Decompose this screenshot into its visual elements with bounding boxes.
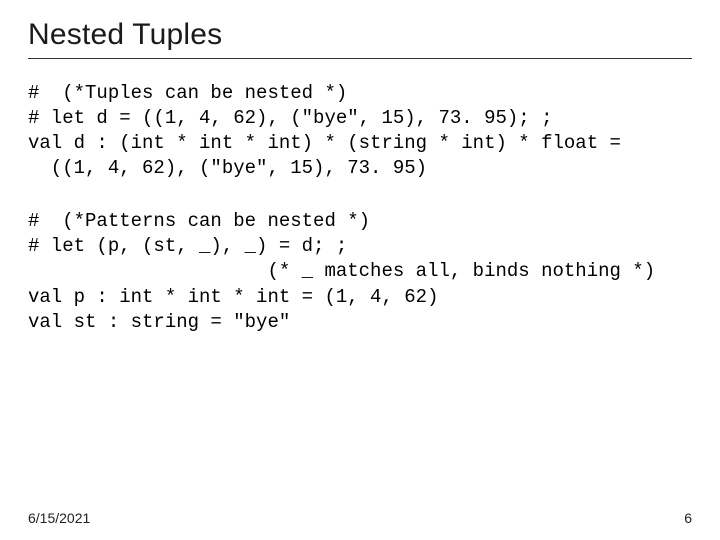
footer-date: 6/15/2021 <box>28 510 90 526</box>
footer: 6/15/2021 6 <box>28 510 692 526</box>
title-divider <box>28 58 692 59</box>
slide: Nested Tuples # (*Tuples can be nested *… <box>0 0 720 540</box>
code-block-1: # (*Tuples can be nested *) # let d = ((… <box>28 81 692 181</box>
page-title: Nested Tuples <box>28 18 692 52</box>
footer-page: 6 <box>684 510 692 526</box>
code-block-2: # (*Patterns can be nested *) # let (p, … <box>28 209 692 334</box>
